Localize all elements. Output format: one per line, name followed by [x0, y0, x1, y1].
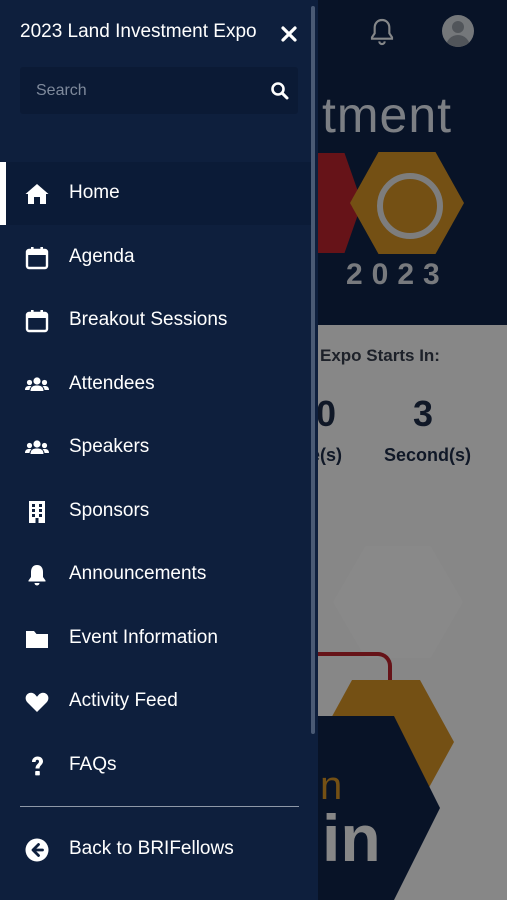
- question-icon: [32, 756, 43, 776]
- navigation-drawer: 2023 Land Investment Expo Home Agenda: [0, 0, 318, 900]
- nav-item-activity-feed[interactable]: Activity Feed: [0, 670, 311, 733]
- nav-item-attendees[interactable]: Attendees: [0, 353, 311, 416]
- nav-label-agenda: Agenda: [69, 246, 135, 267]
- nav-item-sponsors[interactable]: Sponsors: [0, 480, 311, 543]
- heart-icon: [25, 692, 49, 712]
- folder-icon: [26, 631, 48, 648]
- nav-item-event-information[interactable]: Event Information: [0, 607, 311, 670]
- active-indicator: [0, 162, 6, 225]
- nav-label-back: Back to BRIFellows: [69, 838, 234, 859]
- calendar-icon: [25, 310, 49, 333]
- nav-label-speakers: Speakers: [69, 436, 150, 457]
- nav-label-event-information: Event Information: [69, 627, 218, 648]
- nav-label-faqs: FAQs: [69, 754, 117, 775]
- calendar-icon: [25, 247, 49, 270]
- nav-item-breakout-sessions[interactable]: Breakout Sessions: [0, 289, 311, 352]
- search-icon[interactable]: [270, 81, 290, 101]
- nav-item-faqs[interactable]: FAQs: [0, 734, 311, 797]
- nav-label-breakout-sessions: Breakout Sessions: [69, 309, 228, 330]
- back-to-brifellows-link[interactable]: Back to BRIFellows: [0, 818, 311, 881]
- home-icon: [25, 184, 49, 204]
- drawer-title: 2023 Land Investment Expo: [20, 21, 257, 42]
- users-icon: [25, 440, 49, 454]
- users-icon: [25, 377, 49, 391]
- nav-item-speakers[interactable]: Speakers: [0, 416, 311, 479]
- close-icon[interactable]: [278, 23, 300, 45]
- building-icon: [29, 501, 45, 523]
- nav-item-home[interactable]: Home: [0, 162, 311, 225]
- search-box: [20, 67, 298, 114]
- drawer-divider: [20, 806, 299, 807]
- nav-label-sponsors: Sponsors: [69, 500, 150, 521]
- bell-icon: [28, 565, 46, 586]
- nav-label-attendees: Attendees: [69, 373, 155, 394]
- nav-item-agenda[interactable]: Agenda: [0, 226, 311, 289]
- search-input[interactable]: [36, 80, 256, 102]
- nav-label-activity-feed: Activity Feed: [69, 690, 178, 711]
- nav-label-announcements: Announcements: [69, 563, 207, 584]
- nav-label-home: Home: [69, 182, 120, 203]
- nav-item-announcements[interactable]: Announcements: [0, 543, 311, 606]
- drawer-scrollbar[interactable]: [311, 6, 315, 734]
- arrow-left-circle-icon: [25, 838, 49, 862]
